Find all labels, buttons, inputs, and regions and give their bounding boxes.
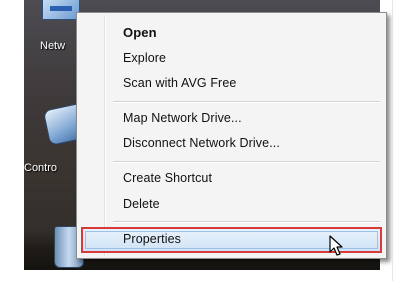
menu-item-create-shortcut[interactable]: Create Shortcut <box>123 171 212 185</box>
menu-item-scan-avg[interactable]: Scan with AVG Free <box>123 76 236 90</box>
menu-separator <box>113 101 380 103</box>
context-menu: Open Explore Scan with AVG Free Map Netw… <box>76 12 387 259</box>
menu-item-map-network-drive[interactable]: Map Network Drive... <box>123 111 242 125</box>
menu-item-disconnect-network-drive[interactable]: Disconnect Network Drive... <box>123 136 280 150</box>
menu-separator <box>113 161 380 163</box>
menu-item-delete[interactable]: Delete <box>123 197 160 211</box>
control-panel-icon-label: Contro <box>24 162 58 174</box>
mouse-cursor-icon <box>329 235 343 256</box>
page-edge-divider <box>392 0 393 281</box>
network-bar-graphic <box>50 6 72 11</box>
menu-separator <box>113 221 380 223</box>
menu-item-open[interactable]: Open <box>123 25 157 40</box>
menu-gutter <box>104 15 106 256</box>
network-icon[interactable] <box>32 0 82 38</box>
network-icon-label: Netw <box>40 40 66 52</box>
menu-item-properties[interactable]: Properties <box>123 232 181 246</box>
menu-item-explore[interactable]: Explore <box>123 51 166 65</box>
